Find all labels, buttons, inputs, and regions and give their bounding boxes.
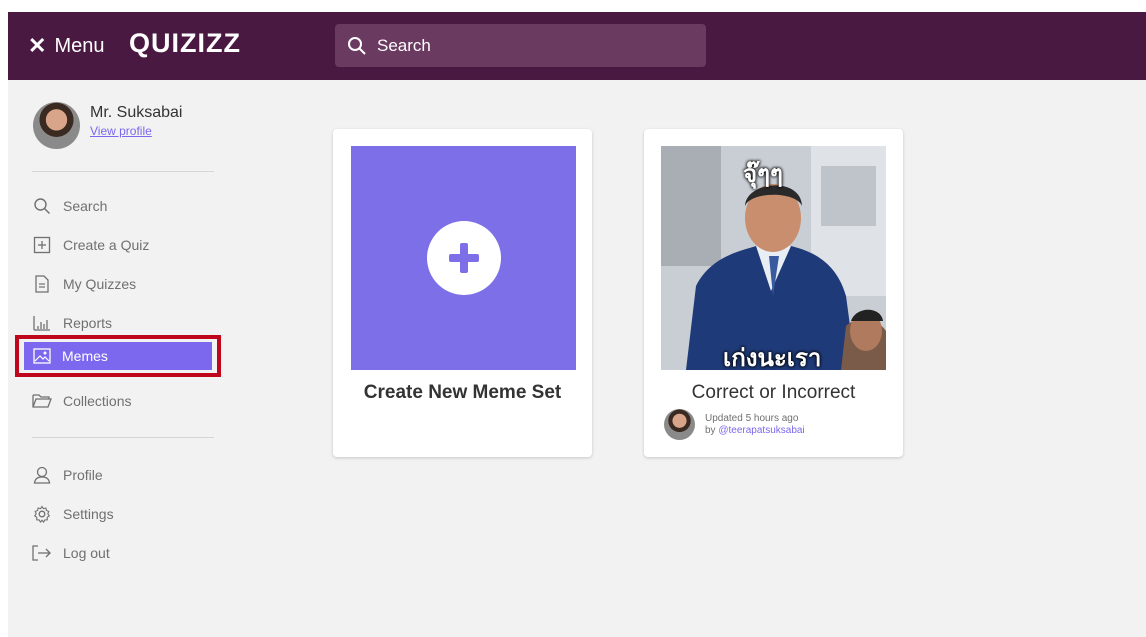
- by-prefix: by: [705, 424, 716, 436]
- folder-icon: [32, 391, 52, 411]
- sidebar-item-label: My Quizzes: [63, 276, 137, 292]
- sidebar-item-create-quiz[interactable]: Create a Quiz: [32, 232, 149, 258]
- divider: [32, 437, 214, 438]
- user-icon: [32, 465, 52, 485]
- app-frame: ✕ Menu QUIZIZZ Search Mr. Suksabai View …: [8, 12, 1146, 637]
- meme-set-card[interactable]: จุ๊ๆๆ เก่งนะเรา Correct or Incorrect Upd…: [644, 129, 903, 457]
- menu-label: Menu: [54, 34, 105, 57]
- search-placeholder: Search: [377, 35, 431, 55]
- profile-name: Mr. Suksabai: [90, 104, 183, 121]
- sidebar-item-profile[interactable]: Profile: [32, 462, 103, 488]
- highlight-box: Memes: [15, 335, 221, 377]
- sidebar-item-label: Create a Quiz: [63, 237, 150, 253]
- profile-section: Mr. Suksabai View profile: [33, 102, 182, 149]
- close-icon: ✕: [28, 33, 47, 58]
- meme-set-image[interactable]: จุ๊ๆๆ เก่งนะเรา: [661, 146, 886, 370]
- sidebar-item-label: Search: [63, 198, 108, 214]
- sidebar-item-collections[interactable]: Collections: [32, 388, 131, 414]
- create-meme-set-title: Create New Meme Set: [363, 382, 562, 403]
- sidebar-item-label: Settings: [63, 506, 114, 522]
- document-icon: [32, 274, 52, 294]
- plus-icon: [426, 221, 501, 295]
- sidebar-item-search[interactable]: Search: [32, 193, 107, 219]
- search-input[interactable]: Search: [335, 24, 706, 67]
- plus-square-icon: [32, 235, 52, 255]
- logout-icon: [32, 543, 52, 563]
- create-meme-set-button[interactable]: [351, 146, 576, 370]
- sidebar-item-label: Collections: [63, 393, 132, 409]
- meme-bottom-caption: เก่งนะเรา: [723, 345, 822, 370]
- gear-icon: [32, 504, 52, 524]
- divider: [32, 171, 214, 172]
- avatar: [664, 409, 695, 440]
- meme-set-meta: Updated 5 hours ago by @teerapatsuksabai: [664, 409, 805, 440]
- search-icon: [348, 36, 366, 55]
- author-link[interactable]: @teerapatsuksabai: [718, 425, 804, 436]
- meme-top-caption: จุ๊ๆๆ: [743, 161, 783, 188]
- image-icon: [32, 346, 52, 366]
- view-profile-link[interactable]: View profile: [90, 124, 182, 138]
- sidebar: Mr. Suksabai View profile Search Create …: [8, 80, 223, 637]
- sidebar-item-label: Memes: [62, 348, 108, 364]
- sidebar-item-settings[interactable]: Settings: [32, 501, 114, 527]
- sidebar-item-label: Log out: [63, 545, 110, 561]
- top-bar: ✕ Menu QUIZIZZ Search: [8, 12, 1146, 80]
- avatar[interactable]: [33, 102, 80, 149]
- updated-time: Updated 5 hours ago: [705, 412, 799, 424]
- sidebar-item-my-quizzes[interactable]: My Quizzes: [32, 271, 136, 297]
- bar-chart-icon: [32, 313, 52, 333]
- meme-set-title: Correct or Incorrect: [691, 382, 856, 403]
- sidebar-item-reports[interactable]: Reports: [32, 310, 112, 336]
- sidebar-item-memes[interactable]: Memes: [24, 342, 212, 370]
- search-icon: [32, 196, 52, 216]
- quizizz-logo[interactable]: QUIZIZZ: [129, 28, 241, 59]
- create-meme-set-card[interactable]: Create New Meme Set: [333, 129, 592, 457]
- sidebar-item-logout[interactable]: Log out: [32, 540, 110, 566]
- sidebar-item-label: Profile: [63, 467, 103, 483]
- menu-toggle-button[interactable]: ✕ Menu: [28, 32, 104, 60]
- sidebar-item-label: Reports: [63, 315, 113, 331]
